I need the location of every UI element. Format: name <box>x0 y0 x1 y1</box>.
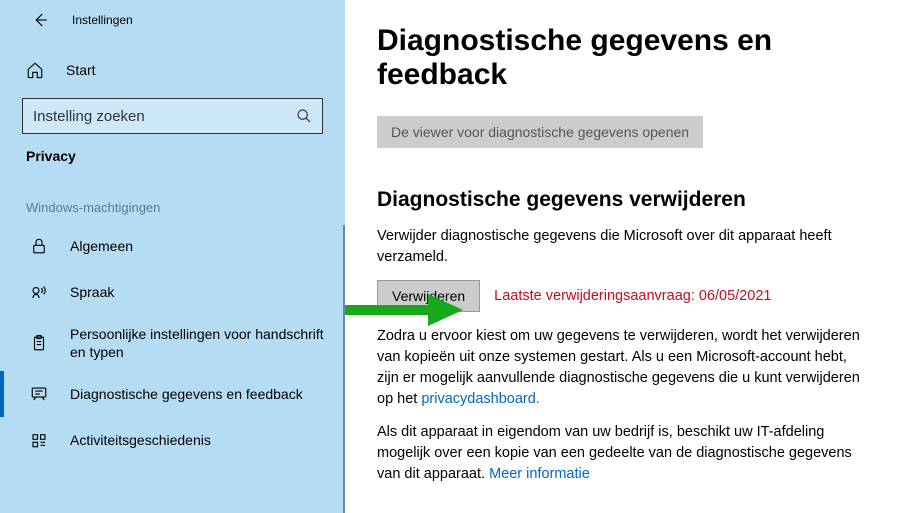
delete-explain-1: Zodra u ervoor kiest om uw gegevens te v… <box>377 326 860 410</box>
privacy-dashboard-link[interactable]: privacydashboard. <box>421 391 540 407</box>
home-icon <box>26 61 46 79</box>
main-content: Diagnostische gegevens en feedback De vi… <box>345 0 900 513</box>
back-button[interactable] <box>26 6 54 34</box>
activity-icon <box>30 431 50 449</box>
delete-button[interactable]: Verwijderen <box>377 280 480 312</box>
sidebar-item-label: Spraak <box>70 283 335 301</box>
app-title: Instellingen <box>72 13 133 27</box>
page-title: Diagnostische gegevens en feedback <box>377 24 860 92</box>
sidebar-item-label: Algemeen <box>70 237 335 255</box>
search-icon <box>296 108 312 124</box>
sidebar-item-inking[interactable]: Persoonlijke instellingen voor handschri… <box>0 315 345 371</box>
search-box[interactable] <box>22 98 323 134</box>
delete-intro-text: Verwijder diagnostische gegevens die Mic… <box>377 226 860 268</box>
sidebar-home[interactable]: Start <box>0 48 345 92</box>
delete-section-title: Diagnostische gegevens verwijderen <box>377 188 860 212</box>
sidebar-item-general[interactable]: Algemeen <box>0 223 345 269</box>
arrow-left-icon <box>31 11 49 29</box>
current-category: Privacy <box>0 134 345 174</box>
open-viewer-button[interactable]: De viewer voor diagnostische gegevens op… <box>377 116 703 148</box>
speech-icon <box>30 283 50 301</box>
sidebar-item-activity[interactable]: Activiteitsgeschiedenis <box>0 417 345 463</box>
delete-explain-2: Als dit apparaat in eigendom van uw bedr… <box>377 422 860 485</box>
settings-sidebar: Instellingen Start Privacy Windows-macht… <box>0 0 345 513</box>
para2-text: Als dit apparaat in eigendom van uw bedr… <box>377 424 852 482</box>
sidebar-section-header: Windows-machtigingen <box>0 174 345 223</box>
feedback-icon <box>30 385 50 403</box>
more-info-link[interactable]: Meer informatie <box>489 466 590 482</box>
sidebar-item-speech[interactable]: Spraak <box>0 269 345 315</box>
sidebar-home-label: Start <box>66 62 96 78</box>
last-delete-request: Laatste verwijderingsaanvraag: 06/05/202… <box>494 288 771 304</box>
lock-icon <box>30 237 50 255</box>
sidebar-item-diagnostics[interactable]: Diagnostische gegevens en feedback <box>0 371 345 417</box>
sidebar-item-label: Activiteitsgeschiedenis <box>70 431 335 449</box>
search-input[interactable] <box>33 108 296 125</box>
clipboard-icon <box>30 334 50 352</box>
sidebar-item-label: Diagnostische gegevens en feedback <box>70 385 335 403</box>
sidebar-item-label: Persoonlijke instellingen voor handschri… <box>70 325 335 361</box>
